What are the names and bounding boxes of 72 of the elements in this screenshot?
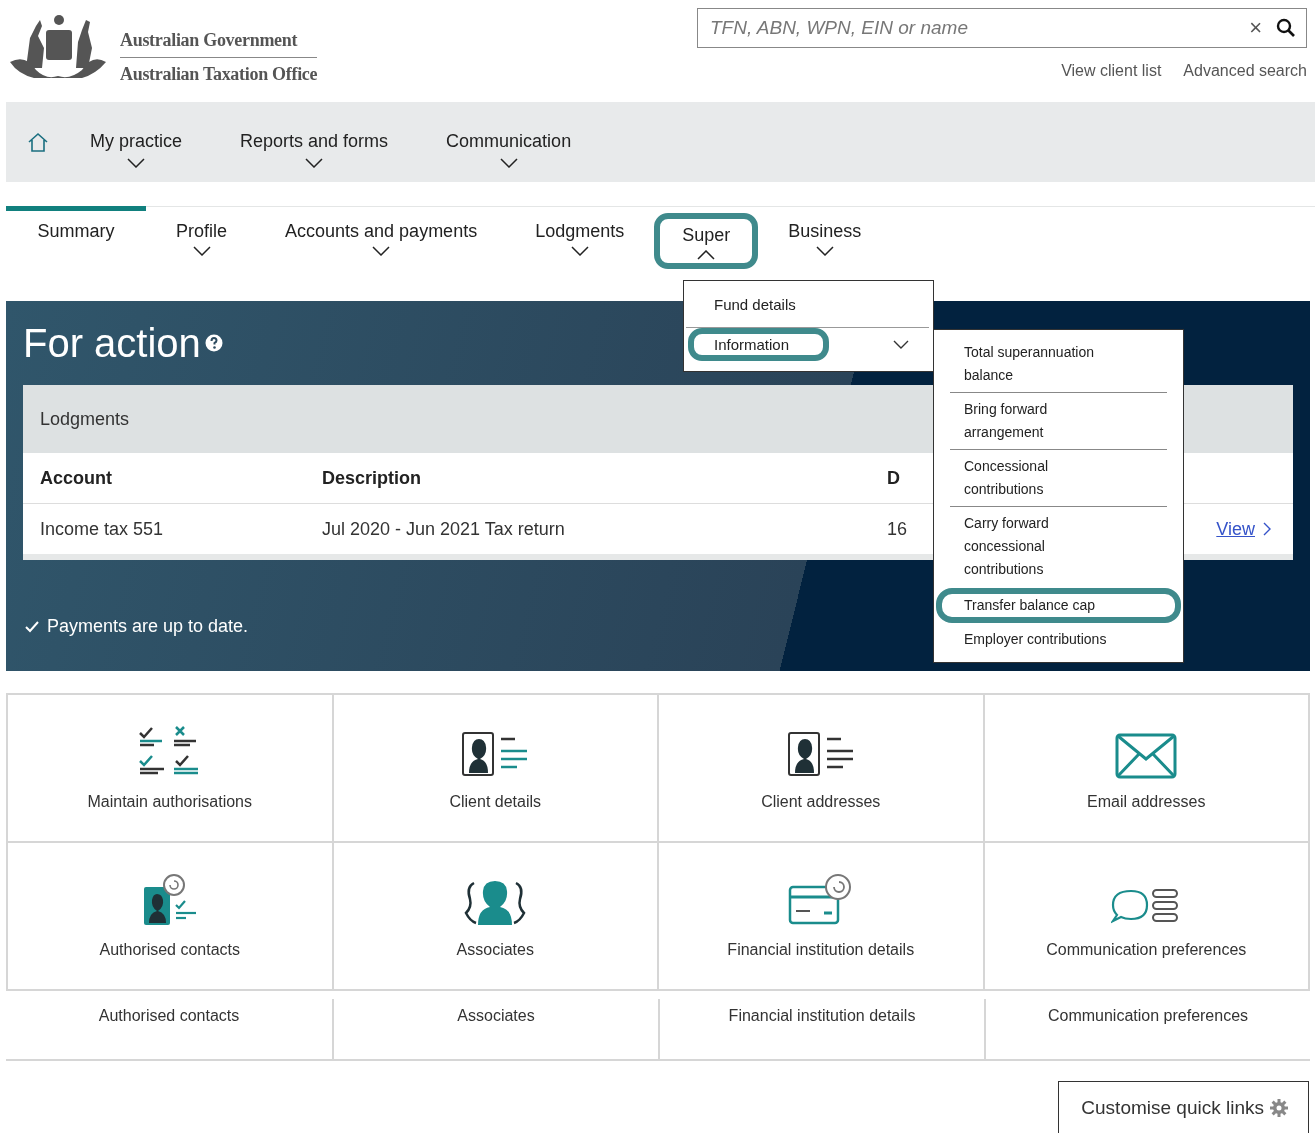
menu-item[interactable]: Carry forward concessional contributions [950, 506, 1167, 586]
chevron-down-icon [305, 157, 324, 168]
header-link[interactable]: Advanced search [1183, 62, 1307, 80]
menu-item[interactable]: Bring forward arrangement [950, 392, 1167, 449]
quick-link[interactable]: Communication preferences [984, 999, 1310, 1059]
quick-link[interactable]: Financial institution details [658, 999, 984, 1059]
tile-label: Authorised contacts [99, 941, 240, 959]
chevron-down-icon [372, 246, 391, 256]
tile-label: Financial institution details [727, 941, 915, 959]
logo-subtitle: Australian Taxation Office [120, 64, 318, 85]
quick-link-tile[interactable]: Client addresses [659, 695, 983, 841]
quick-link-tile[interactable]: Maintain authorisations [8, 695, 332, 841]
person-card-icon [461, 729, 530, 779]
tab[interactable]: Business [760, 207, 890, 265]
status-text: Payments are up to date. [47, 616, 249, 637]
tile-label: Maintain authorisations [87, 793, 252, 811]
quick-link-tile[interactable]: Financial institution details [659, 843, 983, 989]
panel-heading: For action [23, 320, 201, 366]
settings-icon [1270, 1098, 1288, 1117]
header-link[interactable]: View client list [1061, 62, 1162, 80]
search-field[interactable]: TFN, ABN, WPN, EIN or name × [697, 8, 1307, 48]
person-card-icon [786, 729, 855, 779]
customise-quick-links-button[interactable]: Customise quick links [1058, 1081, 1309, 1133]
quick-link[interactable]: Associates [332, 999, 658, 1059]
nav-menu-button[interactable]: My practice [90, 116, 183, 168]
chevron-down-icon [192, 246, 211, 256]
home-icon[interactable] [26, 131, 50, 153]
quick-link-tile[interactable]: Associates [333, 843, 657, 989]
nav-menu-button[interactable]: Communication [446, 116, 572, 168]
quick-link-tile[interactable]: Email addresses [984, 695, 1308, 841]
menu-item[interactable]: Fund details [686, 289, 929, 321]
quick-link-tile[interactable]: Client details [333, 695, 657, 841]
column-header: Description [322, 467, 423, 489]
table-cell-text: Jul 2020 - Jun 2021 Tax return [322, 518, 566, 540]
card-title: Lodgments [40, 408, 130, 430]
chevron-right-icon [1263, 522, 1271, 536]
column-header: D [887, 467, 901, 489]
tab[interactable]: Lodgments [507, 207, 653, 265]
tab[interactable]: Super [654, 213, 759, 269]
chevron-down-icon [893, 340, 909, 349]
table-cell-text: Income tax 551 [40, 518, 165, 540]
table-cell-text: 16 [887, 518, 909, 540]
envelope-icon [1115, 733, 1178, 779]
nav-menu-button[interactable]: Reports and forms [240, 116, 389, 168]
quick-link[interactable]: Authorised contacts [6, 999, 332, 1059]
tab[interactable]: Profile [148, 207, 256, 265]
menu-item[interactable]: Total superannuation balance [950, 336, 1167, 392]
help-icon[interactable] [204, 334, 223, 352]
tile-label: Client details [449, 793, 542, 811]
chevron-down-icon [570, 246, 589, 256]
view-link[interactable]: View [1216, 518, 1255, 540]
check-icon [25, 620, 39, 633]
chevron-down-icon [815, 246, 834, 256]
quick-link-tile[interactable]: Communication preferences [984, 843, 1308, 989]
chevron-down-icon [499, 157, 518, 168]
tab[interactable]: Summary [6, 206, 146, 264]
quick-link-tile[interactable]: Authorised contacts [8, 843, 332, 989]
menu-item[interactable]: Concessional contributions [950, 449, 1167, 506]
clear-button[interactable]: × [1249, 17, 1262, 39]
bank-card-refresh-icon [787, 873, 854, 927]
chevron-up-icon [697, 250, 716, 260]
tile-label: Client addresses [761, 793, 881, 811]
tile-label: Associates [456, 941, 534, 959]
chevron-down-icon [127, 157, 145, 168]
tab[interactable]: Accounts and payments [257, 207, 506, 265]
tile-label: Communication preferences [1046, 941, 1247, 959]
column-header: Account [40, 467, 113, 489]
logo-title: Australian Government [120, 30, 318, 58]
menu-item[interactable]: Employer contributions [950, 623, 1167, 656]
menu-item[interactable]: Transfer balance cap [936, 588, 1181, 623]
tile-label: Email addresses [1087, 793, 1206, 811]
search-icon[interactable] [1276, 18, 1296, 38]
